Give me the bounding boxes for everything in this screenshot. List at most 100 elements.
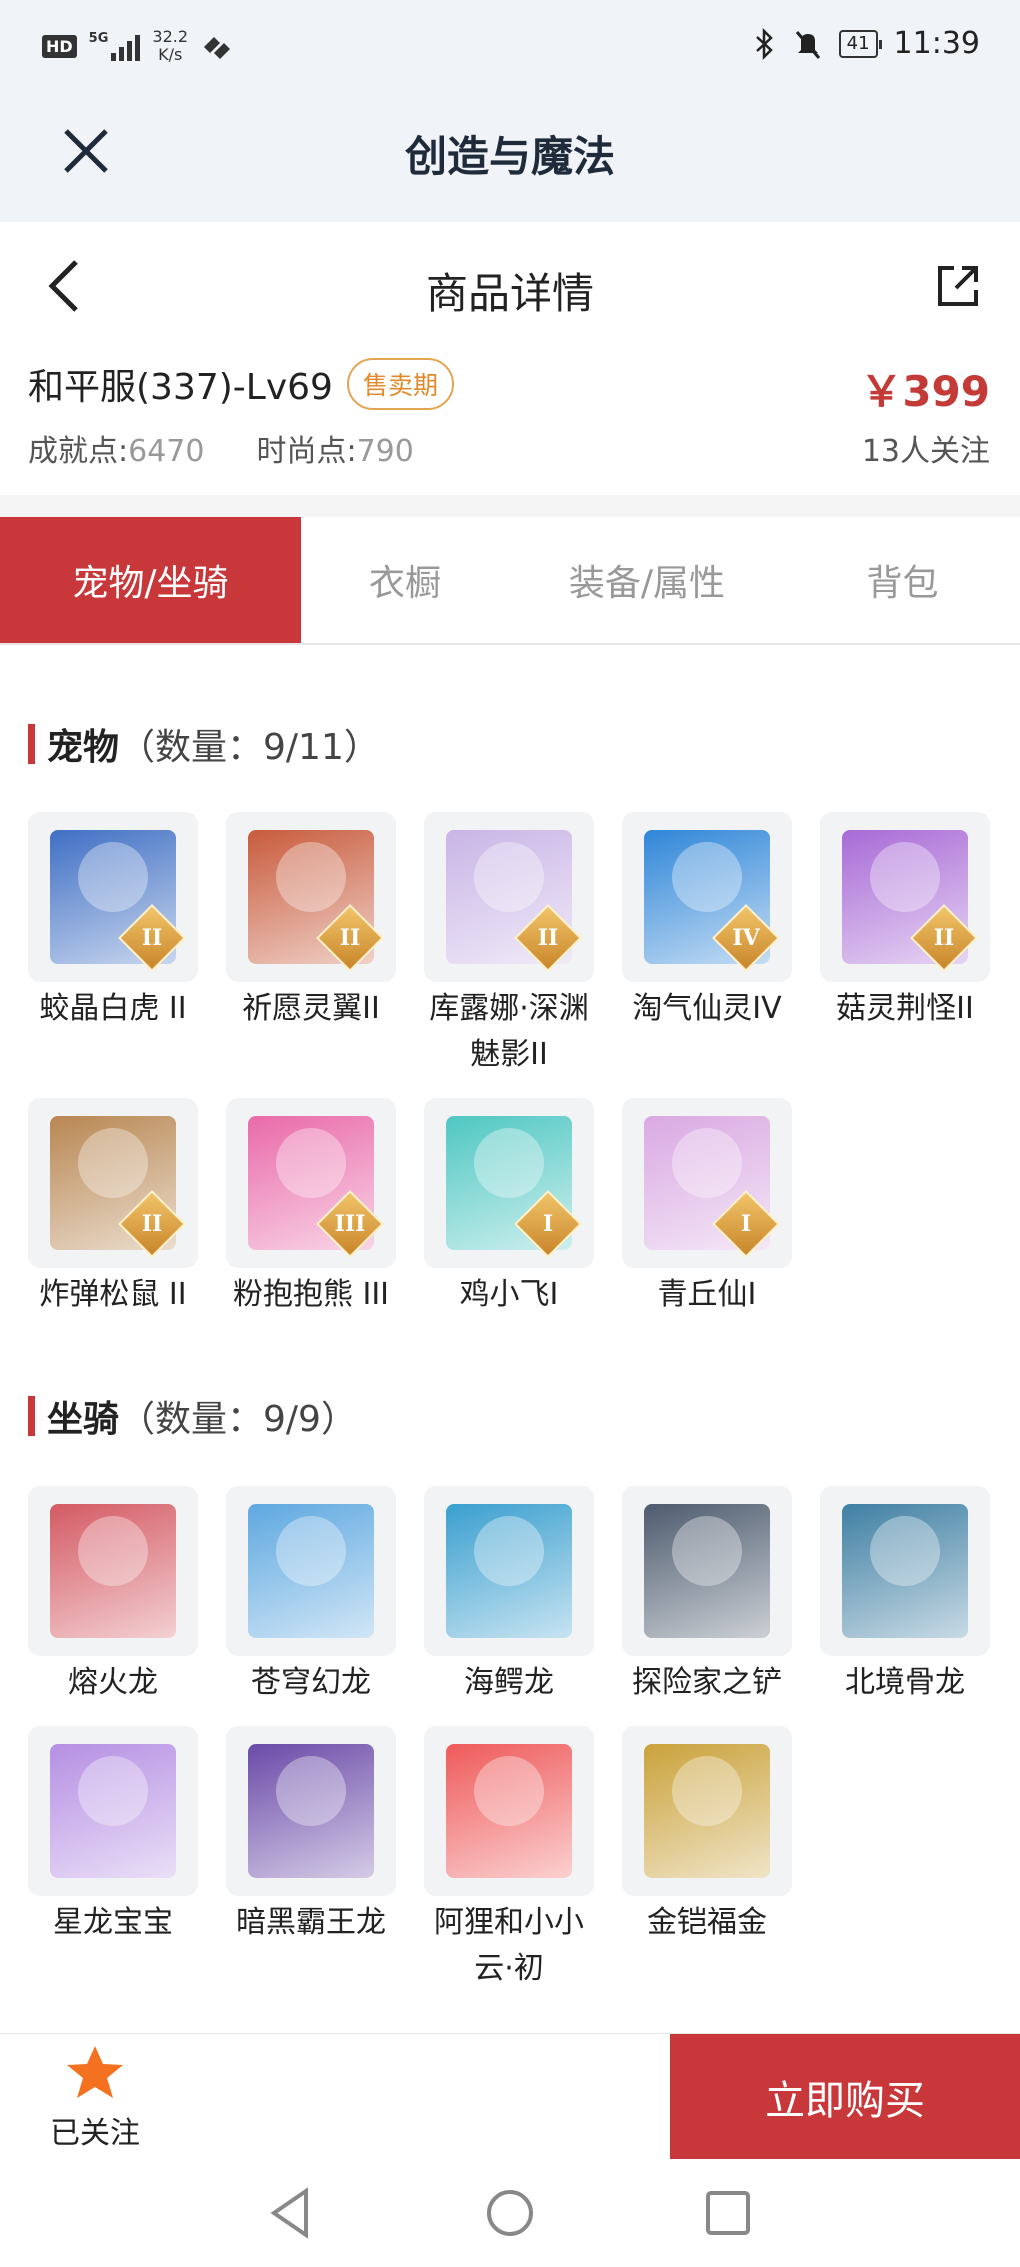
pet-item[interactable]: III 粉抱抱熊 III bbox=[226, 1098, 396, 1318]
mount-item[interactable]: 熔火龙 bbox=[28, 1486, 198, 1706]
net-speed: 32.2 K/s bbox=[152, 27, 189, 64]
pet-thumbnail: II bbox=[28, 1098, 198, 1268]
achievement-points: 6470 bbox=[128, 434, 205, 469]
pet-label: 蛟晶白虎 II bbox=[39, 991, 187, 1026]
top-area: HD 5G 32.2 K/s 41 11:39 创造与魔法 bbox=[0, 0, 1020, 222]
page-nav: 商品详情 bbox=[0, 222, 1020, 350]
tab-wardrobe[interactable]: 衣橱 bbox=[301, 517, 509, 643]
mount-label: 苍穹幻龙 bbox=[251, 1665, 371, 1700]
nav-back-icon[interactable] bbox=[262, 2185, 318, 2241]
mount-label: 暗黑霸王龙 bbox=[236, 1905, 386, 1940]
pet-item[interactable]: II 库露娜·深渊魅影II bbox=[424, 812, 594, 1078]
pet-label: 菇灵荆怪II bbox=[836, 991, 974, 1026]
system-nav-bar bbox=[0, 2163, 1020, 2267]
nav-recents-icon[interactable] bbox=[700, 2185, 756, 2241]
pet-label: 炸弹松鼠 II bbox=[39, 1277, 187, 1312]
follow-button[interactable]: 已关注 bbox=[36, 2044, 154, 2154]
mount-item[interactable]: 星龙宝宝 bbox=[28, 1726, 198, 1992]
mount-item[interactable]: 探险家之铲 bbox=[622, 1486, 792, 1706]
level-badge-text: IV bbox=[732, 925, 760, 951]
pet-item[interactable]: I 青丘仙I bbox=[622, 1098, 792, 1318]
price: ￥399 bbox=[860, 367, 990, 416]
level-badge-text: III bbox=[334, 1211, 366, 1237]
star-icon bbox=[67, 2046, 123, 2098]
level-badge-text: II bbox=[933, 925, 955, 951]
pet-thumbnail: II bbox=[28, 812, 198, 982]
divider bbox=[0, 495, 1020, 517]
pet-thumbnail: II bbox=[820, 812, 990, 982]
tab-backpack[interactable]: 背包 bbox=[785, 517, 1020, 643]
pets-section-title: 宠物 （数量：9/11） bbox=[28, 718, 380, 770]
hd-badge: HD bbox=[42, 34, 77, 58]
battery-icon: 41 bbox=[838, 29, 882, 58]
points-row: 成就点:6470 时尚点:790 bbox=[28, 434, 414, 469]
pet-label: 淘气仙灵IV bbox=[632, 991, 782, 1026]
tab-bar: 宠物/坐骑 衣橱 装备/属性 背包 bbox=[0, 517, 1020, 645]
pet-label: 库露娜·深渊魅影II bbox=[429, 991, 589, 1072]
share-icon[interactable] bbox=[934, 262, 982, 310]
level-badge-text: II bbox=[141, 925, 163, 951]
pet-thumbnail: I bbox=[622, 1098, 792, 1268]
mount-thumbnail bbox=[226, 1486, 396, 1656]
mount-thumbnail bbox=[226, 1726, 396, 1896]
tab-pets-mounts[interactable]: 宠物/坐骑 bbox=[0, 517, 301, 643]
mount-thumbnail bbox=[622, 1726, 792, 1896]
tab-equipment-attributes[interactable]: 装备/属性 bbox=[509, 517, 785, 643]
pet-item[interactable]: II 蛟晶白虎 II bbox=[28, 812, 198, 1078]
pet-item[interactable]: IV 淘气仙灵IV bbox=[622, 812, 792, 1078]
network-type: 5G bbox=[88, 31, 109, 46]
mount-label: 探险家之铲 bbox=[632, 1665, 782, 1700]
level-badge-text: II bbox=[537, 925, 559, 951]
signal-icon: 5G bbox=[89, 31, 141, 61]
page-title: 商品详情 bbox=[425, 269, 594, 318]
buy-now-button[interactable]: 立即购买 bbox=[670, 2034, 1020, 2159]
mount-item[interactable]: 北境骨龙 bbox=[820, 1486, 990, 1706]
mounts-section-title: 坐骑 （数量：9/9） bbox=[28, 1390, 357, 1442]
mount-item[interactable]: 苍穹幻龙 bbox=[226, 1486, 396, 1706]
link-icon bbox=[204, 37, 231, 59]
mount-thumbnail bbox=[28, 1486, 198, 1656]
mount-thumbnail bbox=[820, 1486, 990, 1656]
product-info: 和平服(337)-Lv69 售卖期 ￥399 成就点:6470 时尚点:790 1… bbox=[0, 350, 1020, 495]
pet-label: 青丘仙I bbox=[657, 1277, 757, 1312]
pet-thumbnail: I bbox=[424, 1098, 594, 1268]
pet-label: 粉抱抱熊 III bbox=[232, 1277, 390, 1312]
nav-home-icon[interactable] bbox=[482, 2185, 538, 2241]
app-title: 创造与魔法 bbox=[404, 132, 615, 181]
pet-item[interactable]: I 鸡小飞I bbox=[424, 1098, 594, 1318]
pet-item[interactable]: II 菇灵荆怪II bbox=[820, 812, 990, 1078]
status-bar: HD 5G 32.2 K/s 41 11:39 bbox=[0, 0, 1020, 95]
fashion-points: 790 bbox=[356, 434, 414, 469]
level-badge-text: II bbox=[339, 925, 361, 951]
pet-item[interactable]: II 炸弹松鼠 II bbox=[28, 1098, 198, 1318]
level-badge-text: II bbox=[141, 1211, 163, 1237]
mute-bell-icon bbox=[795, 30, 820, 59]
mount-label: 星龙宝宝 bbox=[53, 1905, 173, 1940]
follower-count: 13人关注 bbox=[861, 434, 990, 469]
mount-item[interactable]: 阿狸和小小云·初 bbox=[424, 1726, 594, 1992]
mount-label: 阿狸和小小云·初 bbox=[434, 1905, 584, 1986]
mount-item[interactable]: 金铠福金 bbox=[622, 1726, 792, 1992]
clock: 11:39 bbox=[893, 26, 980, 61]
mount-thumbnail bbox=[424, 1486, 594, 1656]
pet-label: 鸡小飞I bbox=[459, 1277, 559, 1312]
bluetooth-icon bbox=[755, 27, 773, 60]
pet-thumbnail: III bbox=[226, 1098, 396, 1268]
mount-item[interactable]: 暗黑霸王龙 bbox=[226, 1726, 396, 1992]
pets-grid: II 蛟晶白虎 II II 祈愿灵翼II II 库露娜·深渊魅影II IV 淘气仙灵IV II 菇… bbox=[28, 812, 998, 1318]
mount-item[interactable]: 海鳄龙 bbox=[424, 1486, 594, 1706]
pet-label: 祈愿灵翼II bbox=[242, 991, 380, 1026]
sale-status-badge: 售卖期 bbox=[346, 358, 454, 410]
mount-thumbnail bbox=[424, 1726, 594, 1896]
mount-label: 熔火龙 bbox=[68, 1665, 158, 1700]
follow-label: 已关注 bbox=[50, 2116, 140, 2151]
mount-label: 海鳄龙 bbox=[464, 1665, 554, 1700]
product-name: 和平服(337)-Lv69 bbox=[28, 367, 333, 408]
pet-item[interactable]: II 祈愿灵翼II bbox=[226, 812, 396, 1078]
mount-label: 金铠福金 bbox=[647, 1905, 767, 1940]
level-badge-text: I bbox=[542, 1211, 554, 1237]
pet-thumbnail: II bbox=[424, 812, 594, 982]
mount-thumbnail bbox=[622, 1486, 792, 1656]
app-header: 创造与魔法 bbox=[0, 95, 1020, 222]
level-badge-text: I bbox=[740, 1211, 752, 1237]
